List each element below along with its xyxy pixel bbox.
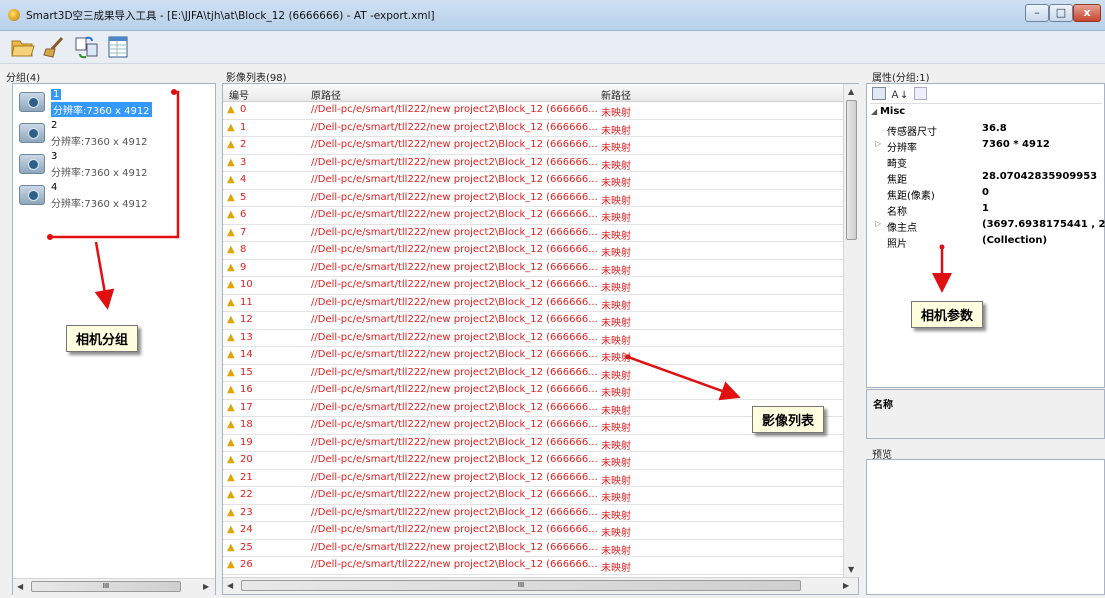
image-arrow-dot	[625, 354, 631, 360]
annotation-image-list: 影像列表	[752, 406, 825, 433]
annotation-arrows	[47, 89, 952, 401]
image-arrow	[627, 355, 741, 401]
group-bracket	[50, 90, 180, 239]
bracket-dot	[171, 89, 177, 95]
bracket-dot	[47, 234, 53, 240]
group-arrow	[94, 241, 115, 310]
annotation-camera-group: 相机分组	[66, 325, 139, 352]
params-arrow-dot	[939, 244, 945, 250]
annotation-camera-params: 相机参数	[911, 301, 984, 328]
